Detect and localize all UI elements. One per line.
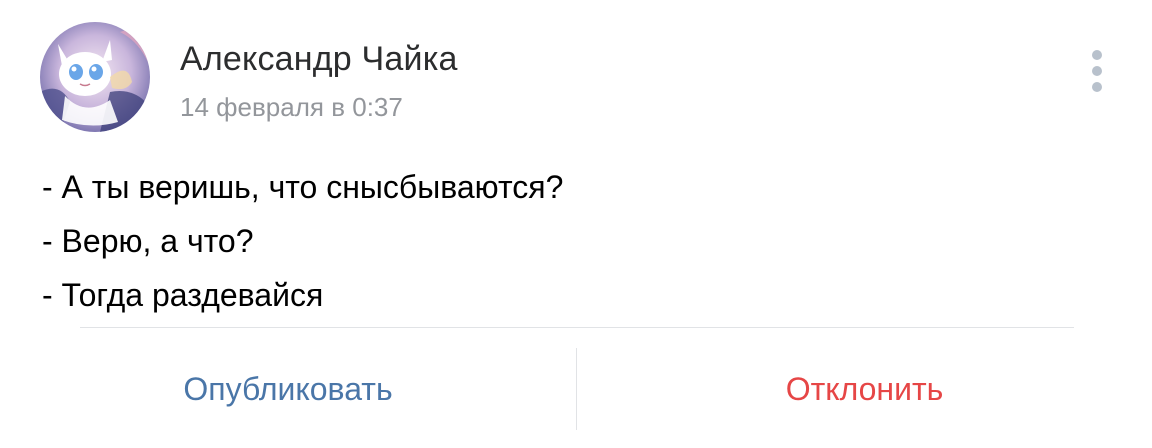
post-text-line: - А ты веришь, что снысбываются? <box>42 169 564 205</box>
post-date[interactable]: 14 февраля в 0:37 <box>180 92 403 123</box>
avatar[interactable] <box>40 22 150 132</box>
publish-button[interactable]: Опубликовать <box>0 348 576 430</box>
action-bar: Опубликовать Отклонить <box>0 348 1152 430</box>
decline-button[interactable]: Отклонить <box>577 348 1152 430</box>
vertical-dots-icon <box>1092 82 1102 92</box>
divider <box>80 327 1074 328</box>
more-options-button[interactable] <box>1082 46 1112 96</box>
post-text-line: - Тогда раздевайся <box>42 277 324 313</box>
post-text: - А ты веришь, что снысбываются? - Верю,… <box>42 160 1102 322</box>
author-name[interactable]: Александр Чайка <box>180 40 458 79</box>
suggested-post-card: Александр Чайка 14 февраля в 0:37 - А ты… <box>0 0 1152 448</box>
vertical-dots-icon <box>1092 50 1102 60</box>
vertical-dots-icon <box>1092 66 1102 76</box>
post-text-line: - Верю, а что? <box>42 223 254 259</box>
anime-character-avatar-icon <box>40 22 150 132</box>
